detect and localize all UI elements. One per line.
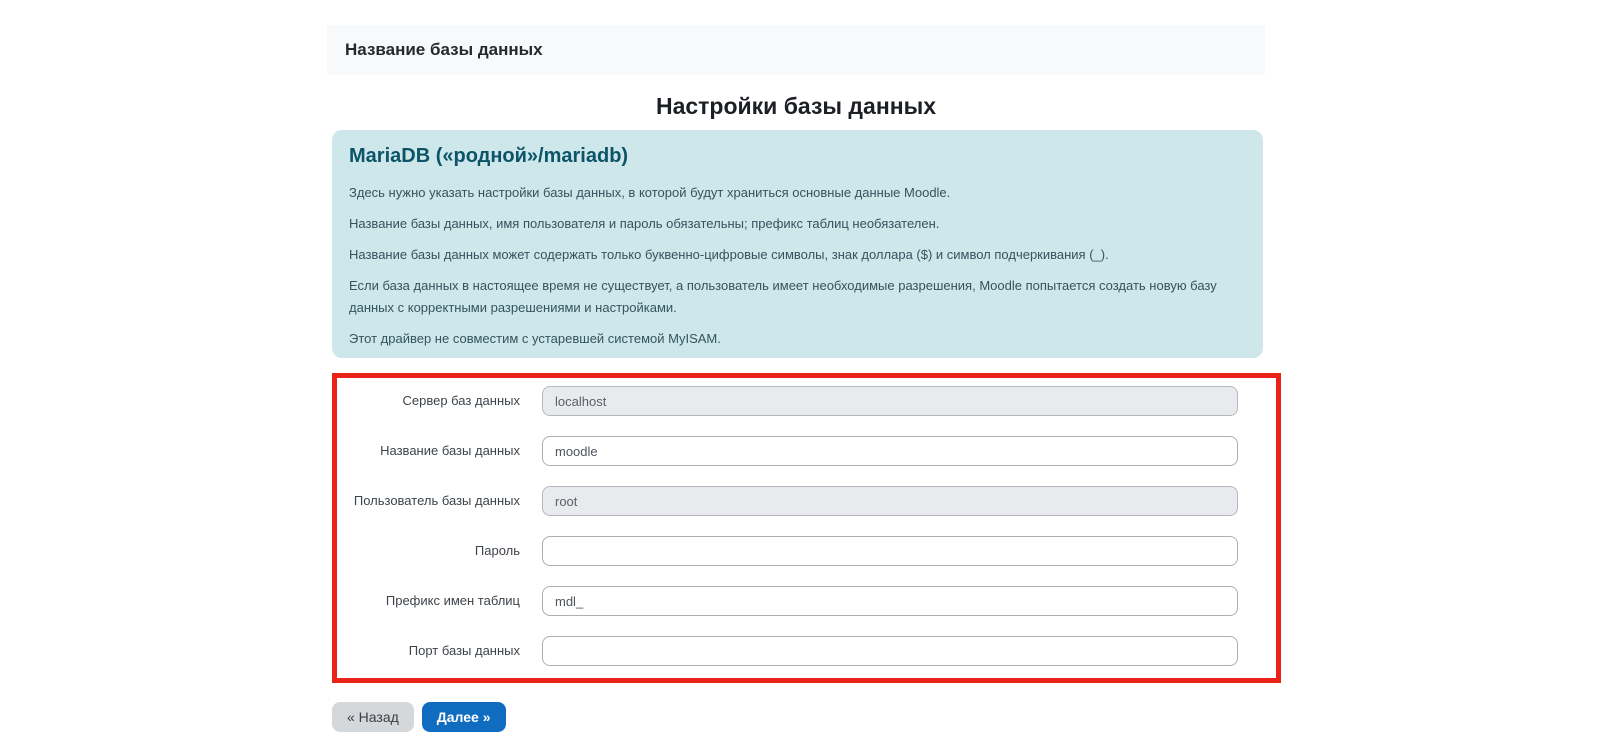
- database-settings-form: Сервер баз данных Название базы данных П…: [332, 373, 1281, 683]
- form-row: Порт базы данных: [337, 632, 1238, 682]
- install-page: Название базы данных Настройки базы данн…: [0, 0, 1600, 743]
- db-password-input[interactable]: [542, 536, 1238, 566]
- db-host-input: [542, 386, 1238, 416]
- step-header-bar: Название базы данных: [327, 25, 1265, 75]
- wizard-navigation: « Назад Далее »: [332, 702, 506, 732]
- field-label: Название базы данных: [380, 443, 520, 458]
- form-row: Префикс имен таблиц: [337, 582, 1238, 632]
- info-paragraph: Если база данных в настоящее время не су…: [349, 278, 1217, 315]
- field-label: Порт базы данных: [408, 643, 520, 658]
- db-port-input[interactable]: [542, 636, 1238, 666]
- db-user-input: [542, 486, 1238, 516]
- field-label: Пароль: [474, 543, 520, 558]
- page-title: Настройки базы данных: [655, 93, 937, 119]
- step-title: Название базы данных: [345, 40, 543, 59]
- field-label: Префикс имен таблиц: [385, 593, 520, 608]
- info-paragraph: Этот драйвер не совместим с устаревшей с…: [349, 331, 721, 346]
- form-row: Пользователь базы данных: [337, 482, 1238, 532]
- info-paragraph: Название базы данных, имя пользователя и…: [349, 216, 940, 231]
- form-row: Сервер баз данных: [337, 382, 1238, 432]
- field-label: Сервер баз данных: [402, 393, 520, 408]
- form-row: Название базы данных: [337, 432, 1238, 482]
- form-row: Пароль: [337, 532, 1238, 582]
- back-button[interactable]: « Назад: [332, 702, 414, 732]
- info-paragraph: Здесь нужно указать настройки базы данны…: [349, 185, 951, 200]
- field-label: Пользователь базы данных: [353, 493, 520, 508]
- info-paragraph: Название базы данных может содержать тол…: [349, 247, 1109, 262]
- info-box: MariaDB («родной»/mariadb) Здесь нужно у…: [332, 130, 1263, 358]
- db-prefix-input[interactable]: [542, 586, 1238, 616]
- info-box-title: MariaDB («родной»/mariadb): [349, 145, 629, 167]
- db-name-input[interactable]: [542, 436, 1238, 466]
- next-button[interactable]: Далее »: [421, 702, 506, 732]
